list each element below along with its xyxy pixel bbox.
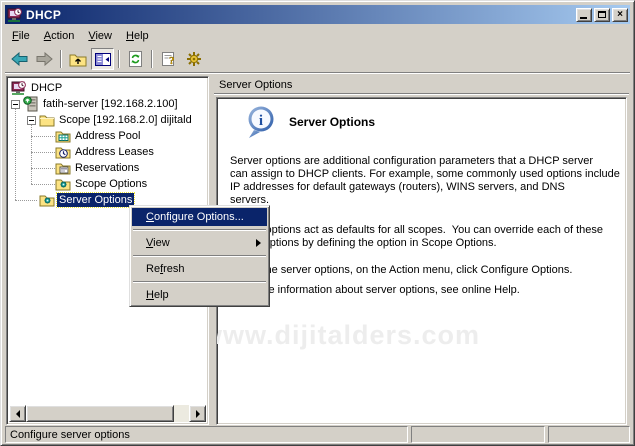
- tree-guide-line: [31, 184, 55, 185]
- paragraph-3: To set the server options, on the Action…: [230, 264, 572, 277]
- server-icon: [23, 96, 39, 112]
- forward-button[interactable]: [33, 48, 56, 70]
- scope-options-icon: [55, 176, 71, 192]
- tree-item-reservations[interactable]: Reservations: [55, 160, 141, 176]
- status-bar: Configure server options: [5, 426, 630, 443]
- menu-item-help[interactable]: Help: [132, 286, 267, 304]
- scroll-left-icon: [16, 410, 20, 418]
- details-pane: Server Options i Server Options Server o…: [214, 76, 629, 425]
- menu-separator: [133, 281, 266, 283]
- menu-item-view[interactable]: View: [132, 234, 267, 252]
- refresh-button[interactable]: [124, 48, 147, 70]
- address-pool-icon: [55, 128, 71, 144]
- details-pane-body: i Server Options Server options are addi…: [216, 97, 627, 425]
- paragraph-4: For more information about server option…: [230, 284, 520, 297]
- toolbar-separator: [151, 50, 153, 68]
- tree-item-address-leases[interactable]: Address Leases: [55, 144, 156, 160]
- menu-separator: [133, 229, 266, 231]
- scroll-right-icon: [196, 410, 200, 418]
- title-bar[interactable]: DHCP ×: [5, 5, 630, 24]
- address-leases-icon: [55, 144, 71, 160]
- tree-item-scope-options[interactable]: Scope Options: [55, 176, 149, 192]
- menu-item-configure-options[interactable]: Configure Options...: [132, 208, 267, 226]
- tree-item-address-pool[interactable]: Address Pool: [55, 128, 142, 144]
- menu-action[interactable]: Action: [37, 28, 82, 44]
- toolbar-separator: [60, 50, 62, 68]
- show-hide-console-tree-icon: [95, 53, 111, 66]
- menu-bar: File Action View Help: [5, 25, 630, 46]
- menu-help[interactable]: Help: [119, 28, 156, 44]
- menu-file[interactable]: File: [5, 28, 37, 44]
- scope-folder-icon: [39, 112, 55, 128]
- show-hide-console-tree-button[interactable]: [91, 48, 114, 70]
- refresh-icon: [128, 51, 143, 67]
- section-title: Server Options: [289, 115, 375, 129]
- options-gear-button[interactable]: [182, 48, 205, 70]
- help-button[interactable]: ?: [157, 48, 180, 70]
- dhcp-app-icon: [7, 7, 23, 23]
- tree-guide-line: [31, 168, 55, 169]
- reservations-icon: [55, 160, 71, 176]
- scroll-left-button[interactable]: [9, 405, 26, 422]
- up-one-level-icon: [69, 52, 87, 67]
- status-panel-2: [411, 426, 545, 443]
- toolbar: ?: [5, 46, 630, 73]
- tree-guide-line: [31, 136, 55, 137]
- collapse-expander-icon[interactable]: [27, 116, 36, 125]
- gear-icon: [186, 51, 202, 67]
- help-icon: ?: [161, 51, 177, 67]
- main-area: DHCP fatih-server [192.168.2.100]: [5, 74, 630, 426]
- collapse-expander-icon[interactable]: [11, 100, 20, 109]
- tree-item-fatih-server[interactable]: fatih-server [192.168.2.100]: [11, 96, 180, 112]
- submenu-arrow-icon: [256, 239, 261, 247]
- toolbar-separator: [118, 50, 120, 68]
- svg-text:i: i: [259, 113, 263, 129]
- up-one-level-button[interactable]: [66, 48, 89, 70]
- maximize-icon: [598, 11, 606, 18]
- close-button[interactable]: ×: [612, 8, 628, 22]
- menu-view[interactable]: View: [81, 28, 119, 44]
- back-icon: [11, 52, 28, 66]
- scroll-thumb[interactable]: [26, 405, 174, 422]
- status-text-panel: Configure server options: [5, 426, 408, 443]
- server-options-icon: [39, 192, 55, 208]
- horizontal-scrollbar[interactable]: [9, 405, 206, 422]
- scroll-right-button[interactable]: [189, 405, 206, 422]
- watermark: www.dijitalders.com: [216, 320, 480, 351]
- close-icon: ×: [617, 9, 623, 20]
- paragraph-1: Server options are additional configurat…: [230, 155, 620, 207]
- dhcp-console-window: DHCP × File Action View Help: [0, 0, 635, 446]
- menu-separator: [133, 255, 266, 257]
- window-title: DHCP: [26, 8, 574, 22]
- back-button[interactable]: [8, 48, 31, 70]
- status-text: Configure server options: [10, 429, 130, 441]
- dhcp-root-icon: [11, 80, 27, 96]
- tree-guide-line: [15, 105, 16, 200]
- status-panel-3: [548, 426, 630, 443]
- tree-guide-line: [31, 152, 55, 153]
- svg-text:?: ?: [169, 55, 175, 67]
- tree-item-scope[interactable]: Scope [192.168.2.0] dijitald: [27, 112, 194, 128]
- context-menu: Configure Options... View Refresh Help: [129, 205, 270, 307]
- maximize-button[interactable]: [594, 8, 610, 22]
- tree-guide-line: [15, 200, 37, 201]
- paragraph-2: Server options act as defaults for all s…: [230, 224, 603, 250]
- tree-item-dhcp-root[interactable]: DHCP: [11, 80, 64, 96]
- details-pane-header: Server Options: [214, 76, 629, 94]
- info-icon: i: [245, 105, 277, 140]
- tree-item-server-options[interactable]: Server Options: [39, 192, 134, 208]
- minimize-button[interactable]: [576, 8, 592, 22]
- forward-icon: [36, 52, 53, 66]
- menu-item-refresh[interactable]: Refresh: [132, 260, 267, 278]
- minimize-icon: [580, 17, 587, 19]
